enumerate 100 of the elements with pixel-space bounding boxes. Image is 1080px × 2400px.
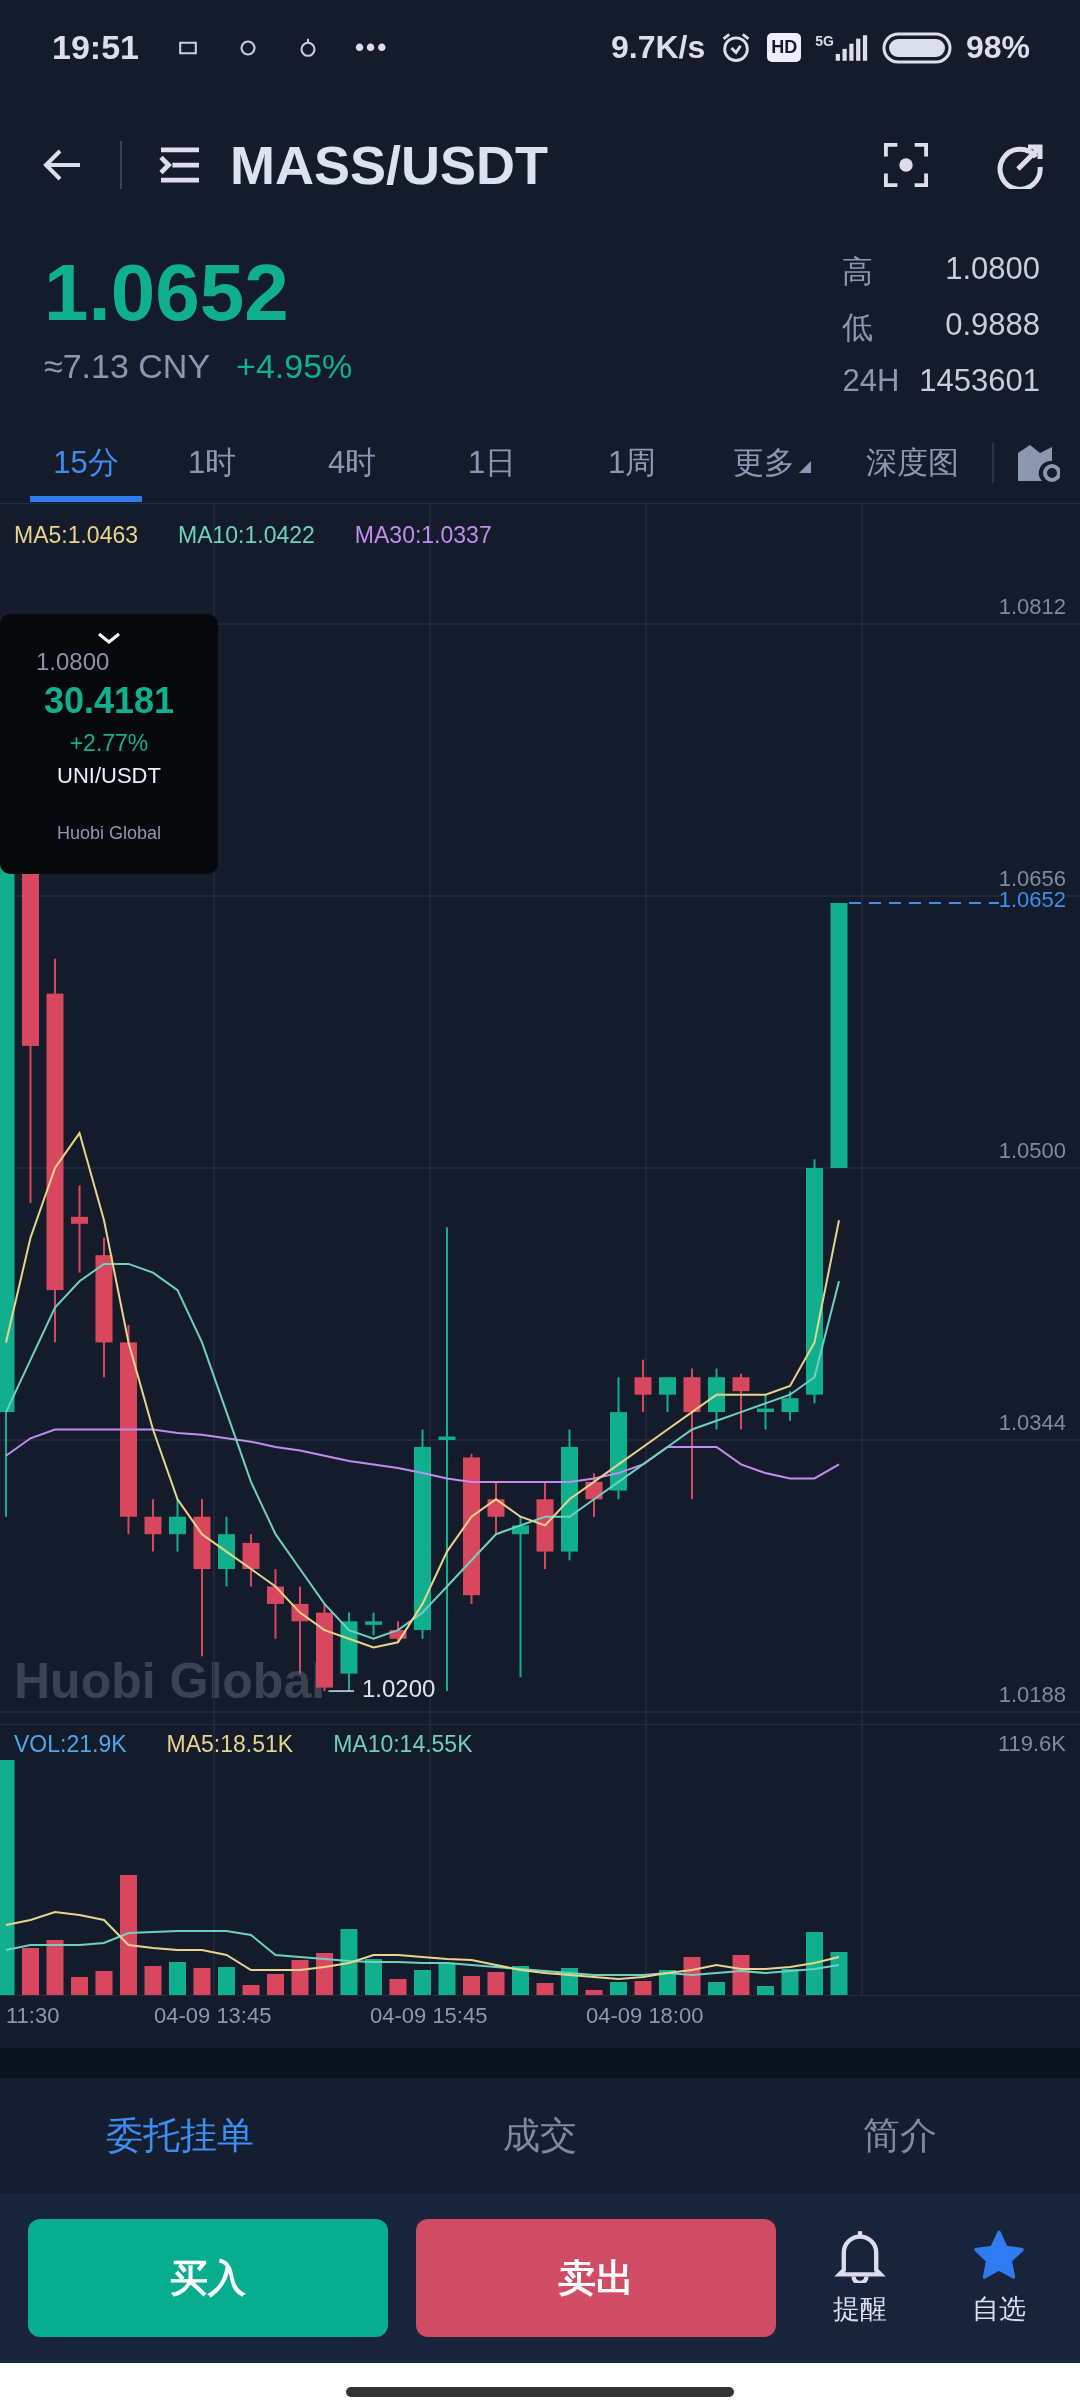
dropdown-icon bbox=[799, 461, 811, 473]
chevron-icon[interactable] bbox=[96, 632, 122, 644]
stat-label: 24H bbox=[842, 363, 900, 399]
time-axis-label: 11:30 bbox=[6, 2003, 61, 2029]
volume-bar bbox=[22, 1948, 39, 1995]
status-time: 19:51 bbox=[52, 28, 139, 67]
volume-bar bbox=[708, 1982, 725, 1995]
volume-legend: MA5:18.51K bbox=[166, 1731, 294, 1758]
candle bbox=[144, 1498, 162, 1553]
volume-bar bbox=[193, 1968, 211, 1995]
ticker-price: 30.4181 bbox=[43, 680, 175, 722]
last-price: 1.0652 bbox=[44, 247, 290, 339]
volume-bar bbox=[291, 1960, 309, 1995]
ticker-card[interactable]: 1.0800 30.4181 +2.77% UNI/USDT Huobi Global bbox=[0, 614, 218, 874]
interval-tab[interactable]: 1周 bbox=[562, 424, 702, 502]
chart-settings-icon[interactable] bbox=[1016, 443, 1060, 483]
candle bbox=[169, 1498, 186, 1553]
sell-button[interactable]: 卖出 bbox=[416, 2219, 776, 2337]
volume-bar bbox=[806, 1932, 823, 1995]
ma-legend: MA5:1.0463 bbox=[14, 522, 139, 549]
cny-price: ≈7.13 CNY bbox=[44, 347, 211, 386]
candle bbox=[634, 1358, 652, 1414]
volume-bar bbox=[757, 1986, 774, 1995]
hd-badge: HD bbox=[767, 33, 802, 62]
stat-label: 高 bbox=[842, 253, 875, 291]
volume-bar bbox=[487, 1972, 505, 1995]
more-notifications: ••• bbox=[354, 32, 389, 63]
leader-line bbox=[327, 1690, 355, 1692]
section-tab[interactable]: 委托挂单 bbox=[0, 2110, 360, 2161]
high-marker: 1.0800 bbox=[36, 648, 110, 676]
stat-value: 1453601 bbox=[919, 363, 1040, 399]
volume-bar bbox=[169, 1962, 186, 1995]
volume-legend: VOL:21.9K bbox=[14, 1731, 127, 1758]
volume-bar bbox=[830, 1952, 848, 1995]
volume-bar bbox=[536, 1983, 554, 1995]
candle bbox=[242, 1533, 260, 1588]
favorite-label[interactable]: 自选 bbox=[971, 2291, 1026, 2327]
low-marker: 1.0200 bbox=[362, 1675, 436, 1704]
volume-bar bbox=[218, 1967, 235, 1995]
time-axis-label: 04-09 13:45 bbox=[154, 2003, 273, 2029]
battery-level: 98% bbox=[965, 29, 1030, 66]
section-tab[interactable]: 成交 bbox=[360, 2110, 720, 2161]
volume-bar bbox=[71, 1977, 88, 1995]
volume-bar bbox=[340, 1929, 358, 1995]
volume-bar bbox=[46, 1940, 64, 1995]
stat-value: 0.9888 bbox=[944, 307, 1040, 344]
candle bbox=[659, 1376, 676, 1414]
alert-label[interactable]: 提醒 bbox=[832, 2291, 887, 2327]
price-change: +4.95% bbox=[236, 347, 353, 386]
volume-bar bbox=[438, 1963, 456, 1995]
battery-icon bbox=[881, 31, 952, 64]
volume-bar bbox=[389, 1979, 407, 1995]
volume-bar bbox=[585, 1990, 603, 1995]
candle bbox=[365, 1611, 382, 1637]
volume-bar bbox=[463, 1976, 480, 1995]
candle bbox=[708, 1367, 725, 1431]
volume-bar bbox=[414, 1970, 431, 1995]
volume-bar bbox=[781, 1969, 799, 1995]
stat-value: 1.0800 bbox=[944, 251, 1040, 288]
volume-axis-label: 119.6K bbox=[997, 1731, 1066, 1757]
candle bbox=[389, 1620, 407, 1644]
network-speed: 9.7K/s bbox=[611, 29, 706, 66]
price-axis-label: 1.0344 bbox=[998, 1410, 1066, 1436]
bell-icon[interactable] bbox=[832, 2229, 887, 2283]
candle bbox=[585, 1472, 603, 1518]
menu-icon[interactable] bbox=[158, 146, 202, 184]
volume-bar bbox=[316, 1953, 333, 1995]
interval-tab[interactable]: 15分 bbox=[30, 424, 142, 502]
candle bbox=[757, 1393, 774, 1431]
ma-legend: MA10:1.0422 bbox=[178, 522, 315, 549]
pair-title[interactable]: MASS/USDT bbox=[230, 134, 548, 196]
volume-bar bbox=[267, 1974, 284, 1995]
volume-bar bbox=[610, 1982, 627, 1995]
price-axis-label: 1.0500 bbox=[998, 1138, 1066, 1164]
ticker-pair: UNI/USDT bbox=[57, 763, 161, 789]
volume-bar bbox=[144, 1966, 162, 1995]
volume-bar bbox=[365, 1959, 382, 1995]
stat-label: 低 bbox=[842, 309, 875, 347]
price-axis-label: 1.0812 bbox=[998, 594, 1066, 620]
interval-tab[interactable]: 更多 bbox=[702, 424, 842, 502]
interval-tab[interactable]: 1日 bbox=[422, 424, 562, 502]
volume-bar bbox=[634, 1981, 652, 1995]
volume-legend: MA10:14.55K bbox=[333, 1731, 473, 1758]
price-axis-label: 1.0188 bbox=[998, 1682, 1066, 1708]
interval-tab[interactable]: 深度图 bbox=[842, 424, 982, 502]
candle bbox=[732, 1372, 750, 1431]
time-axis-label: 04-09 18:00 bbox=[586, 2003, 704, 2029]
section-tab[interactable]: 简介 bbox=[720, 2110, 1080, 2161]
signal-icon bbox=[833, 34, 868, 61]
candle bbox=[267, 1568, 284, 1640]
ticker-change: +2.77% bbox=[69, 730, 149, 757]
candle bbox=[487, 1480, 505, 1536]
interval-tab[interactable]: 4时 bbox=[282, 424, 422, 502]
time-axis-label: 04-09 15:45 bbox=[370, 2003, 489, 2029]
candle bbox=[781, 1390, 799, 1422]
volume-bar bbox=[95, 1971, 113, 1995]
network-type: 5G bbox=[815, 32, 834, 49]
scan-icon[interactable] bbox=[884, 143, 928, 187]
interval-tab[interactable]: 1时 bbox=[142, 424, 282, 502]
volume-bar bbox=[242, 1985, 260, 1995]
